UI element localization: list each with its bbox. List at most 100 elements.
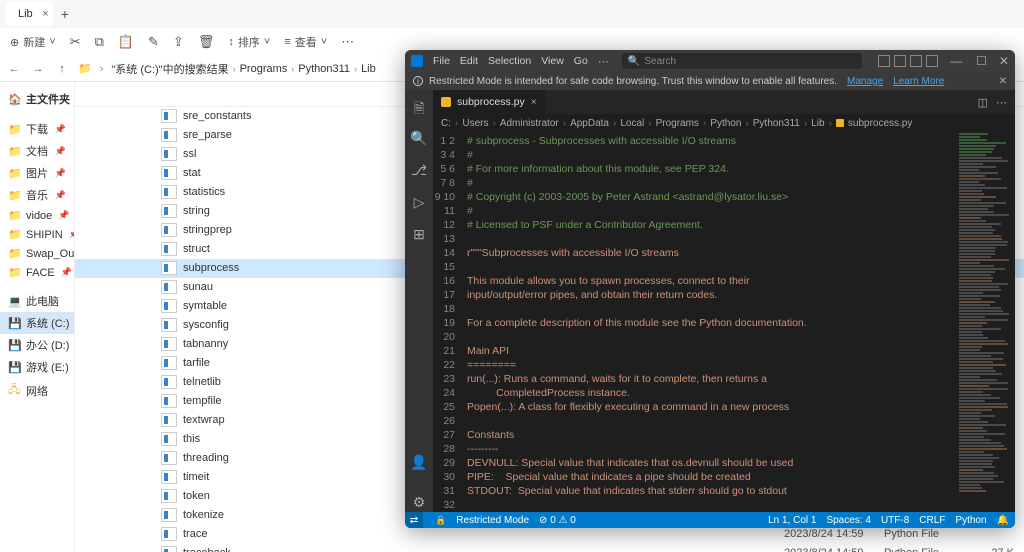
menu-item[interactable]: View xyxy=(541,55,564,67)
share-icon[interactable]: ⇪ xyxy=(173,34,184,50)
new-tab-button[interactable]: + xyxy=(61,6,69,22)
layout-icon[interactable] xyxy=(910,55,922,67)
folder-icon: 📁 xyxy=(8,145,20,158)
python-file-icon xyxy=(161,166,177,180)
editor-tab[interactable]: subprocess.py × xyxy=(433,90,545,114)
close-icon[interactable]: ✕ xyxy=(999,76,1007,87)
nav-home[interactable]: 🏠主文件夹 xyxy=(0,88,74,110)
notifications-icon[interactable]: 🔔 xyxy=(997,515,1009,526)
command-center[interactable]: 🔍Search xyxy=(622,53,862,69)
file-row[interactable]: traceback2023/8/24 14:59Python File27 K xyxy=(75,544,1024,552)
remote-icon[interactable]: ⇄ xyxy=(405,512,423,528)
vscode-logo-icon xyxy=(411,55,423,67)
paste-icon[interactable]: 📋 xyxy=(118,34,134,50)
nav-item[interactable]: 📁vidoe📌 xyxy=(0,206,74,225)
learn-more-link[interactable]: Learn More xyxy=(893,76,944,87)
python-file-icon xyxy=(161,185,177,199)
nav-item[interactable]: 📁音乐📌 xyxy=(0,184,74,206)
problems-status[interactable]: ⊘ 0 ⚠ 0 xyxy=(539,515,576,526)
nav-item[interactable]: 📁文档📌 xyxy=(0,140,74,162)
nav-item[interactable]: 📁图片📌 xyxy=(0,162,74,184)
pin-icon: 📌 xyxy=(58,210,69,221)
close-icon[interactable]: × xyxy=(42,8,48,20)
nav-drive[interactable]: 💾系统 (C:) xyxy=(0,312,74,334)
crumb[interactable]: Python311 xyxy=(298,63,350,75)
nav-item[interactable]: 📁Swap_Out📌 xyxy=(0,244,74,263)
copy-icon[interactable]: ⧉ xyxy=(95,34,104,50)
split-icon[interactable]: ◫ xyxy=(978,96,988,109)
manage-link[interactable]: Manage xyxy=(847,76,883,87)
restricted-mode-bar: i Restricted Mode is intended for safe c… xyxy=(405,72,1015,90)
editor-tabs: subprocess.py × ◫ ⋯ xyxy=(433,90,1015,114)
layout-icon[interactable] xyxy=(926,55,938,67)
layout-icon[interactable] xyxy=(894,55,906,67)
forward-icon[interactable]: → xyxy=(30,63,46,75)
eol-status[interactable]: CRLF xyxy=(919,515,945,526)
menu-item[interactable]: Edit xyxy=(460,55,478,67)
cut-icon[interactable]: ✂ xyxy=(70,34,81,50)
nav-drive[interactable]: 💾办公 (D:) xyxy=(0,334,74,356)
close-icon[interactable]: × xyxy=(531,97,537,108)
menu-item[interactable]: Go xyxy=(574,55,588,67)
close-icon[interactable]: ✕ xyxy=(999,54,1009,68)
nav-item[interactable]: 📁下载📌 xyxy=(0,118,74,140)
account-icon[interactable]: 👤 xyxy=(410,454,428,472)
minimize-icon[interactable]: — xyxy=(950,54,962,68)
crumb[interactable]: "系统 (C:)"中的搜索结果 xyxy=(111,61,228,77)
folder-icon: 📁 xyxy=(8,123,20,136)
crumb[interactable]: Lib xyxy=(361,63,376,75)
search-icon[interactable]: 🔍 xyxy=(410,130,428,148)
layout-icon[interactable] xyxy=(878,55,890,67)
encoding-status[interactable]: UTF-8 xyxy=(881,515,909,526)
source-control-icon[interactable]: ⎇ xyxy=(410,162,428,180)
explorer-tab[interactable]: Lib× xyxy=(6,2,53,26)
restricted-mode-status[interactable]: Restricted Mode xyxy=(456,515,529,526)
menu-item[interactable]: Selection xyxy=(488,55,531,67)
more-icon[interactable]: ⋯ xyxy=(996,96,1007,109)
view-button[interactable]: ≡ 查看 ˅ xyxy=(284,34,327,50)
home-icon: 🏠 xyxy=(8,93,20,106)
nav-thispc[interactable]: 💻此电脑 xyxy=(0,290,74,312)
up-icon[interactable]: ↑ xyxy=(54,63,70,75)
python-file-icon xyxy=(161,394,177,408)
menu-more-icon[interactable]: ⋯ xyxy=(598,55,609,68)
back-icon[interactable]: ← xyxy=(6,63,22,75)
vscode-window: FileEditSelectionViewGo ⋯ 🔍Search — ☐ ✕ … xyxy=(405,50,1015,528)
python-file-icon xyxy=(161,432,177,446)
python-file-icon xyxy=(161,508,177,522)
nav-item[interactable]: 📁FACE📌 xyxy=(0,263,74,282)
more-icon[interactable]: ⋯ xyxy=(341,34,354,50)
cursor-position[interactable]: Ln 1, Col 1 xyxy=(768,515,816,526)
code-content[interactable]: # subprocess - Subprocesses with accessi… xyxy=(461,132,955,512)
editor-breadcrumb[interactable]: C:›Users›Administrator›AppData›Local›Pro… xyxy=(433,114,1015,132)
python-file-icon xyxy=(441,97,451,107)
sort-button[interactable]: ↕ 排序 ˅ xyxy=(228,34,270,50)
menu-bar: File Edit Selection View Go xyxy=(433,55,588,67)
run-icon[interactable]: ▷ xyxy=(410,194,428,212)
new-button[interactable]: ⊕ 新建 ˅ xyxy=(10,34,56,50)
folder-icon: 📁 xyxy=(8,266,20,279)
rename-icon[interactable]: ✎ xyxy=(148,34,159,50)
code-editor[interactable]: 1 2 3 4 5 6 7 8 9 10 11 12 13 14 15 16 1… xyxy=(433,132,1015,512)
language-status[interactable]: Python xyxy=(955,515,986,526)
breadcrumb[interactable]: "系统 (C:)"中的搜索结果›Programs›Python311›Lib xyxy=(111,61,375,77)
menu-item[interactable]: File xyxy=(433,55,450,67)
crumb[interactable]: Programs xyxy=(240,63,288,75)
explorer-icon[interactable]: 🗎 xyxy=(410,98,428,116)
minimap[interactable] xyxy=(955,132,1015,512)
maximize-icon[interactable]: ☐ xyxy=(976,54,987,68)
python-file-icon xyxy=(161,375,177,389)
gear-icon[interactable]: ⚙ xyxy=(410,494,428,512)
nav-panel: 🏠主文件夹 📁下载📌📁文档📌📁图片📌📁音乐📌📁vidoe📌📁SHIPIN📌📁Sw… xyxy=(0,82,75,552)
python-file-icon xyxy=(161,223,177,237)
nav-item[interactable]: 📁SHIPIN📌 xyxy=(0,225,74,244)
status-bar: ⇄ 🔒 Restricted Mode ⊘ 0 ⚠ 0 Ln 1, Col 1 … xyxy=(405,512,1015,528)
python-file-icon xyxy=(161,318,177,332)
delete-icon[interactable]: 🗑 xyxy=(198,34,215,50)
nav-drive[interactable]: 💾游戏 (E:) xyxy=(0,356,74,378)
indent-status[interactable]: Spaces: 4 xyxy=(826,515,870,526)
extensions-icon[interactable]: ⊞ xyxy=(410,226,428,244)
python-file-icon xyxy=(161,280,177,294)
nav-network[interactable]: 🖧网络 xyxy=(0,378,74,403)
chevron-right-icon: › xyxy=(100,63,104,75)
